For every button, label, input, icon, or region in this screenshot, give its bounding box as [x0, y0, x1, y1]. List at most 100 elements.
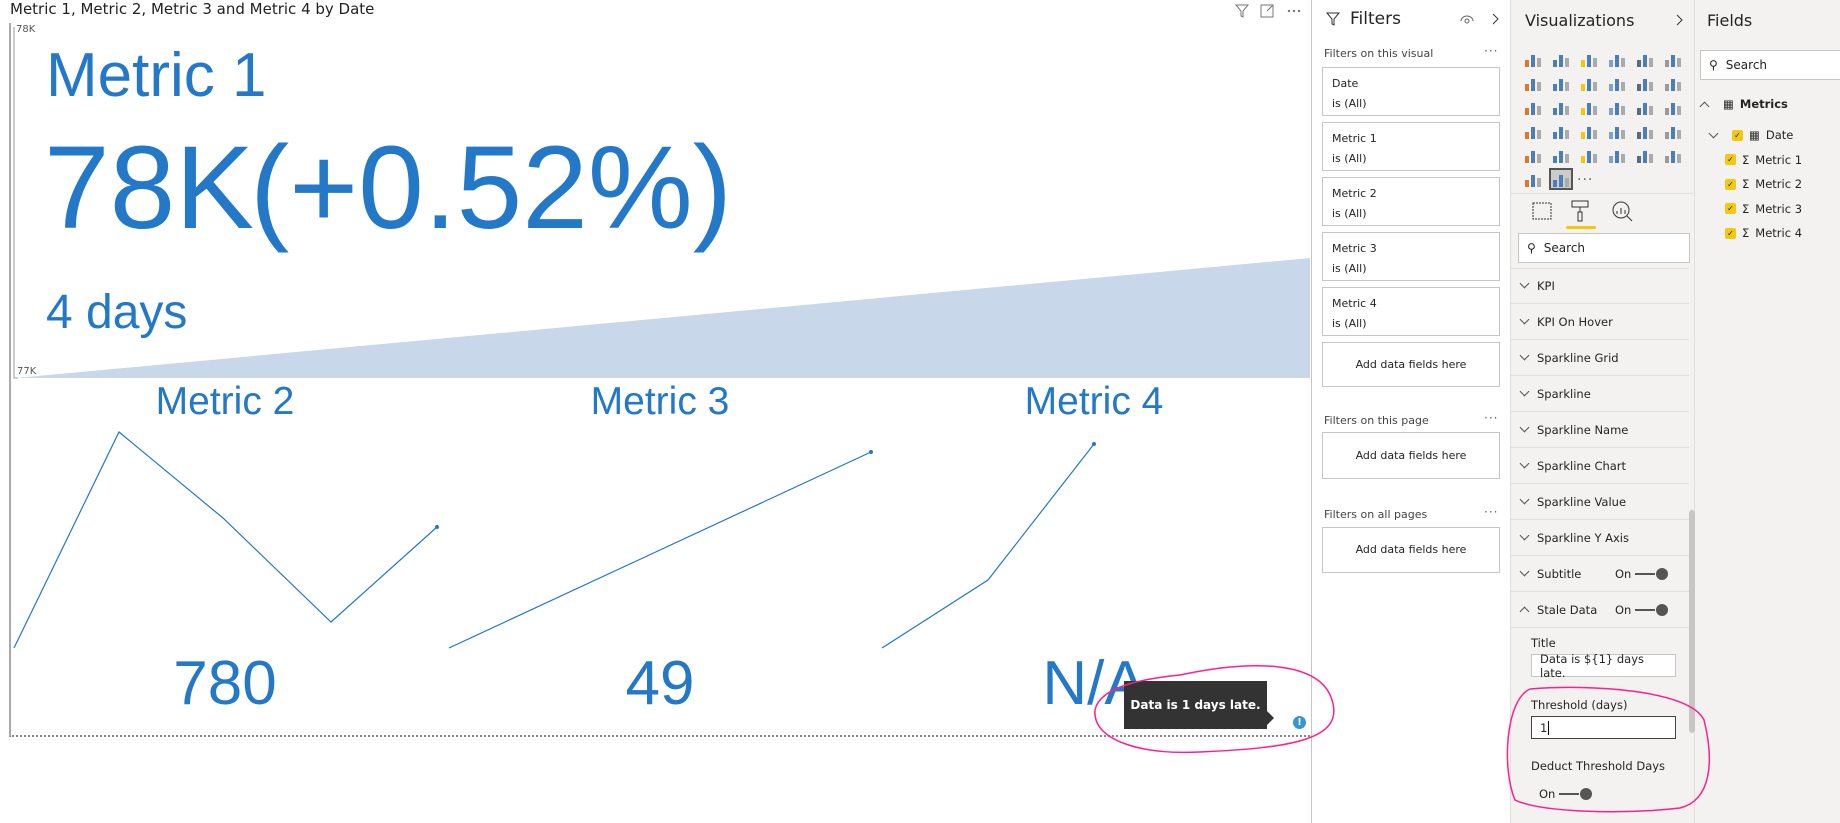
section-sparkline[interactable]: Sparkline — [1511, 376, 1689, 412]
chevron-down-icon — [1519, 350, 1530, 361]
section-stale-data[interactable]: Stale Data On — [1511, 592, 1689, 628]
section-label: Sparkline Y Axis — [1537, 530, 1629, 545]
add-fields-all-pages-dropzone[interactable]: Add data fields here — [1322, 527, 1500, 573]
clustered-column-visual-icon[interactable] — [1607, 50, 1627, 68]
field-metric-2[interactable]: ✓ Σ Metric 2 — [1725, 177, 1802, 191]
checkbox-checked-icon[interactable]: ✓ — [1725, 227, 1736, 239]
sparkline-name: Metric 2 — [155, 380, 295, 423]
toggle-label: On — [1615, 602, 1632, 617]
section-kpi-on-hover[interactable]: KPI On Hover — [1511, 304, 1689, 340]
slicer-visual-icon[interactable] — [1523, 146, 1543, 164]
deduct-threshold-toggle[interactable]: On — [1539, 787, 1593, 801]
stacked-bar-visual-icon[interactable] — [1523, 50, 1543, 68]
area-visual-icon[interactable] — [1551, 74, 1571, 92]
eye-icon[interactable] — [1460, 14, 1474, 24]
field-metric-1[interactable]: ✓ Σ Metric 1 — [1725, 153, 1802, 167]
section-label: Sparkline Chart — [1537, 458, 1627, 473]
active-tab-indicator — [1566, 226, 1596, 229]
filter-card-metric-4[interactable]: Metric 4 is (All) — [1322, 287, 1500, 336]
filled-map-visual-icon[interactable] — [1523, 122, 1543, 140]
chevron-up-icon — [1699, 101, 1710, 111]
filter-card-metric-2[interactable]: Metric 2 is (All) — [1322, 177, 1500, 226]
section-sparkline-chart[interactable]: Sparkline Chart — [1511, 448, 1689, 484]
multi-row-card-visual-icon[interactable] — [1635, 122, 1655, 140]
section-kpi[interactable]: KPI — [1511, 268, 1689, 304]
pie-visual-icon[interactable] — [1579, 98, 1599, 116]
kpi-subtitle: 4 days — [46, 286, 188, 339]
r-script-visual-icon[interactable] — [1635, 146, 1655, 164]
field-metric-4[interactable]: ✓ Σ Metric 4 — [1725, 226, 1802, 240]
more-options-icon[interactable]: ··· — [1484, 411, 1498, 425]
table-visual-icon[interactable] — [1579, 146, 1599, 164]
toggle-label: On — [1539, 787, 1556, 801]
100-column-visual-icon[interactable] — [1663, 50, 1683, 68]
visualizations-title: Visualizations — [1525, 11, 1635, 30]
search-icon: ⚲ — [1709, 58, 1718, 72]
info-icon[interactable]: ! — [1293, 716, 1306, 729]
format-tab-icon[interactable] — [1569, 199, 1591, 223]
donut-visual-icon[interactable] — [1607, 98, 1627, 116]
stale-title-input[interactable]: Data is ${1} days late. — [1531, 652, 1676, 680]
collapse-filters-icon[interactable] — [1492, 13, 1500, 25]
line-clustered-visual-icon[interactable] — [1635, 74, 1655, 92]
checkbox-checked-icon[interactable]: ✓ — [1732, 129, 1743, 141]
field-date[interactable]: ✓ ▦ Date — [1708, 128, 1793, 142]
report-canvas: Metric 1, Metric 2, Metric 3 and Metric … — [0, 0, 1312, 823]
card-visual-icon[interactable] — [1607, 122, 1627, 140]
threshold-label: Threshold (days) — [1531, 698, 1628, 712]
gauge-visual-icon[interactable] — [1579, 122, 1599, 140]
line-visual-icon[interactable] — [1523, 74, 1543, 92]
section-sparkline-grid[interactable]: Sparkline Grid — [1511, 340, 1689, 376]
arcgis-visual-icon[interactable] — [1523, 170, 1543, 188]
collapse-visualizations-icon[interactable] — [1676, 14, 1684, 26]
checkbox-checked-icon[interactable]: ✓ — [1725, 154, 1736, 165]
more-visuals-icon[interactable]: ··· — [1577, 172, 1593, 188]
100-bar-visual-icon[interactable] — [1635, 50, 1655, 68]
filter-field: Date — [1332, 77, 1359, 90]
threshold-value: 1 — [1540, 720, 1548, 735]
map-visual-icon[interactable] — [1663, 98, 1683, 116]
metric-2-last-point — [435, 525, 439, 529]
section-subtitle[interactable]: Subtitle On — [1511, 556, 1689, 592]
stale-data-toggle[interactable]: On — [1615, 602, 1669, 617]
section-sparkline-value[interactable]: Sparkline Value — [1511, 484, 1689, 520]
more-options-icon[interactable]: ··· — [1484, 44, 1498, 58]
treemap-visual-icon[interactable] — [1635, 98, 1655, 116]
checkbox-checked-icon[interactable]: ✓ — [1725, 203, 1736, 214]
table-metrics[interactable]: ▦ Metrics — [1699, 97, 1788, 111]
fields-tab-icon[interactable] — [1531, 200, 1553, 222]
threshold-input[interactable]: 1 — [1531, 716, 1676, 739]
matrix-visual-icon[interactable] — [1607, 146, 1627, 164]
more-options-icon[interactable]: ··· — [1484, 505, 1498, 519]
fields-search-input[interactable]: ⚲ Search — [1700, 50, 1840, 80]
table-icon: ▦ — [1723, 97, 1734, 111]
filter-card-metric-1[interactable]: Metric 1 is (All) — [1322, 122, 1500, 171]
subtitle-toggle[interactable]: On — [1615, 567, 1669, 581]
stacked-area-visual-icon[interactable] — [1579, 74, 1599, 92]
python-visual-icon[interactable] — [1551, 146, 1571, 164]
kpi-name: Metric 1 — [46, 41, 267, 110]
add-fields-visual-dropzone[interactable]: Add data fields here — [1322, 342, 1500, 387]
format-search-input[interactable]: ⚲ Search — [1518, 233, 1690, 263]
filter-card-date[interactable]: Date is (All) — [1322, 67, 1500, 116]
funnel-visual-icon[interactable] — [1551, 122, 1571, 140]
sparkline-value: 49 — [625, 649, 695, 718]
scatter-visual-icon[interactable] — [1551, 98, 1571, 116]
analytics-tab-icon[interactable] — [1611, 200, 1633, 222]
key-influencers-visual-icon[interactable] — [1663, 146, 1683, 164]
add-fields-page-dropzone[interactable]: Add data fields here — [1322, 432, 1500, 479]
filter-field: Metric 1 — [1332, 132, 1377, 145]
filter-card-metric-3[interactable]: Metric 3 is (All) — [1322, 232, 1500, 281]
kpi-visual-icon[interactable] — [1663, 122, 1683, 140]
checkbox-checked-icon[interactable]: ✓ — [1725, 178, 1736, 190]
stacked-column-visual-icon[interactable] — [1551, 50, 1571, 68]
custom-sparkline-visual-icon[interactable] — [1549, 168, 1573, 190]
waterfall-visual-icon[interactable] — [1523, 98, 1543, 116]
line-column-visual-icon[interactable] — [1607, 74, 1627, 92]
section-sparkline-name[interactable]: Sparkline Name — [1511, 412, 1689, 448]
field-metric-3[interactable]: ✓ Σ Metric 3 — [1725, 202, 1802, 216]
ribbon-visual-icon[interactable] — [1663, 74, 1683, 92]
section-sparkline-y-axis[interactable]: Sparkline Y Axis — [1511, 520, 1689, 556]
clustered-bar-visual-icon[interactable] — [1579, 50, 1599, 68]
field-label: Metric 3 — [1755, 201, 1803, 216]
